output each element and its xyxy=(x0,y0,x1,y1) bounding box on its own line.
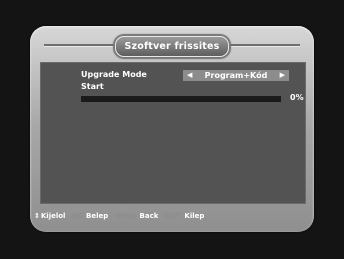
arrow-right-icon[interactable]: ▶ xyxy=(280,70,285,81)
content-panel xyxy=(40,62,306,204)
dialog-title: Szoftver frissites xyxy=(115,36,229,57)
progress-percent: 0% xyxy=(290,93,304,102)
upgrade-mode-label: Upgrade Mode xyxy=(81,70,147,79)
frame-groove-left xyxy=(44,44,114,46)
upgrade-mode-value: Program+Kód xyxy=(204,71,268,80)
footer-menu-action: Back xyxy=(139,212,159,220)
footer-ok-key: OK xyxy=(71,212,83,220)
updown-icon: ⇕ xyxy=(34,212,40,220)
start-option[interactable]: Start xyxy=(81,82,104,91)
footer-ok-action: Belep xyxy=(86,212,109,220)
footer-exit-key: EXIT xyxy=(164,212,181,220)
footer-menu-key: MENU xyxy=(114,212,136,220)
upgrade-mode-selector[interactable]: ◀ Program+Kód ▶ xyxy=(183,70,289,81)
footer-exit-action: Kilep xyxy=(184,212,205,220)
progress-bar xyxy=(81,96,281,102)
footer-help-bar: ⇕Kijelol OK Belep MENU Back EXIT Kilep xyxy=(34,212,208,222)
footer-nav-action: Kijelol xyxy=(40,212,66,220)
frame-groove-right xyxy=(230,44,300,46)
